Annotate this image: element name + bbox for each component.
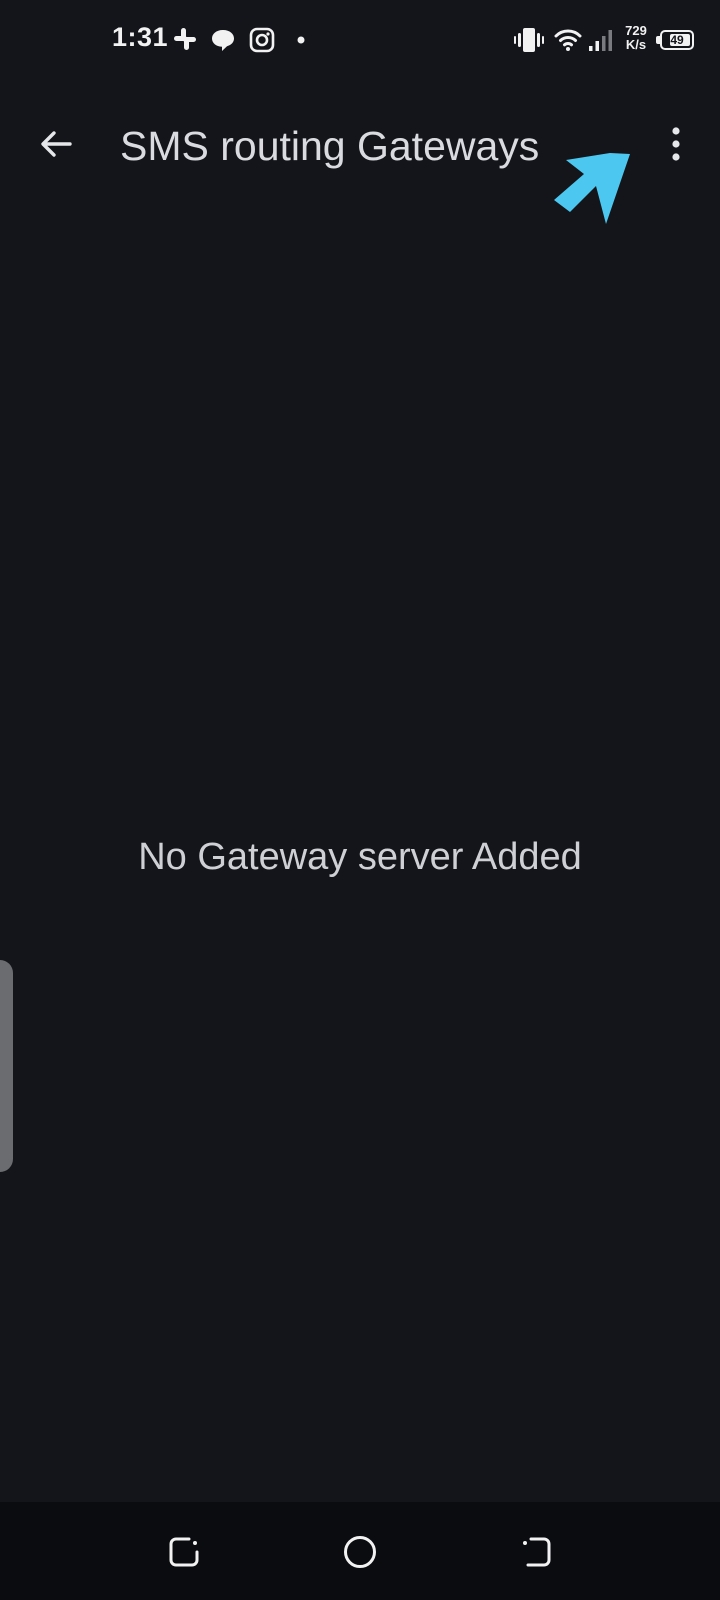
more-vert-icon (672, 127, 680, 161)
vibrate-icon (514, 28, 544, 52)
navigation-bar (0, 1502, 720, 1600)
back-nav-button[interactable] (508, 1524, 564, 1580)
network-speed: 729 K/s (620, 24, 652, 52)
pointer-arrow-icon (554, 153, 630, 224)
edge-panel-handle[interactable] (0, 960, 13, 1172)
screen: 1:31 729 K/s 49 SMS routing Gateways No … (0, 0, 720, 1600)
recent-apps-icon (169, 1537, 199, 1567)
network-speed-unit: K/s (625, 37, 647, 52)
home-button[interactable] (332, 1524, 388, 1580)
signal-icon (589, 30, 612, 51)
slack-icon (174, 28, 196, 50)
instagram-icon (249, 27, 275, 53)
chat-bubble-icon (212, 30, 234, 51)
network-speed-value: 729 (625, 23, 647, 38)
status-bar: 1:31 729 K/s 49 (0, 0, 720, 84)
back-nav-icon (523, 1537, 551, 1567)
arrow-back-icon (41, 131, 72, 157)
status-time: 1:31 (112, 22, 169, 52)
back-button[interactable] (24, 116, 88, 172)
battery-level-text: 49 (670, 33, 684, 47)
empty-state-message: No Gateway server Added (138, 836, 582, 878)
notification-dot-icon (297, 36, 305, 44)
battery-icon: 49 (660, 30, 694, 50)
home-icon (344, 1536, 376, 1568)
recent-apps-button[interactable] (156, 1524, 212, 1580)
more-options-button[interactable] (646, 116, 706, 172)
wifi-icon (554, 29, 582, 51)
page-title: SMS routing Gateways (120, 123, 540, 169)
